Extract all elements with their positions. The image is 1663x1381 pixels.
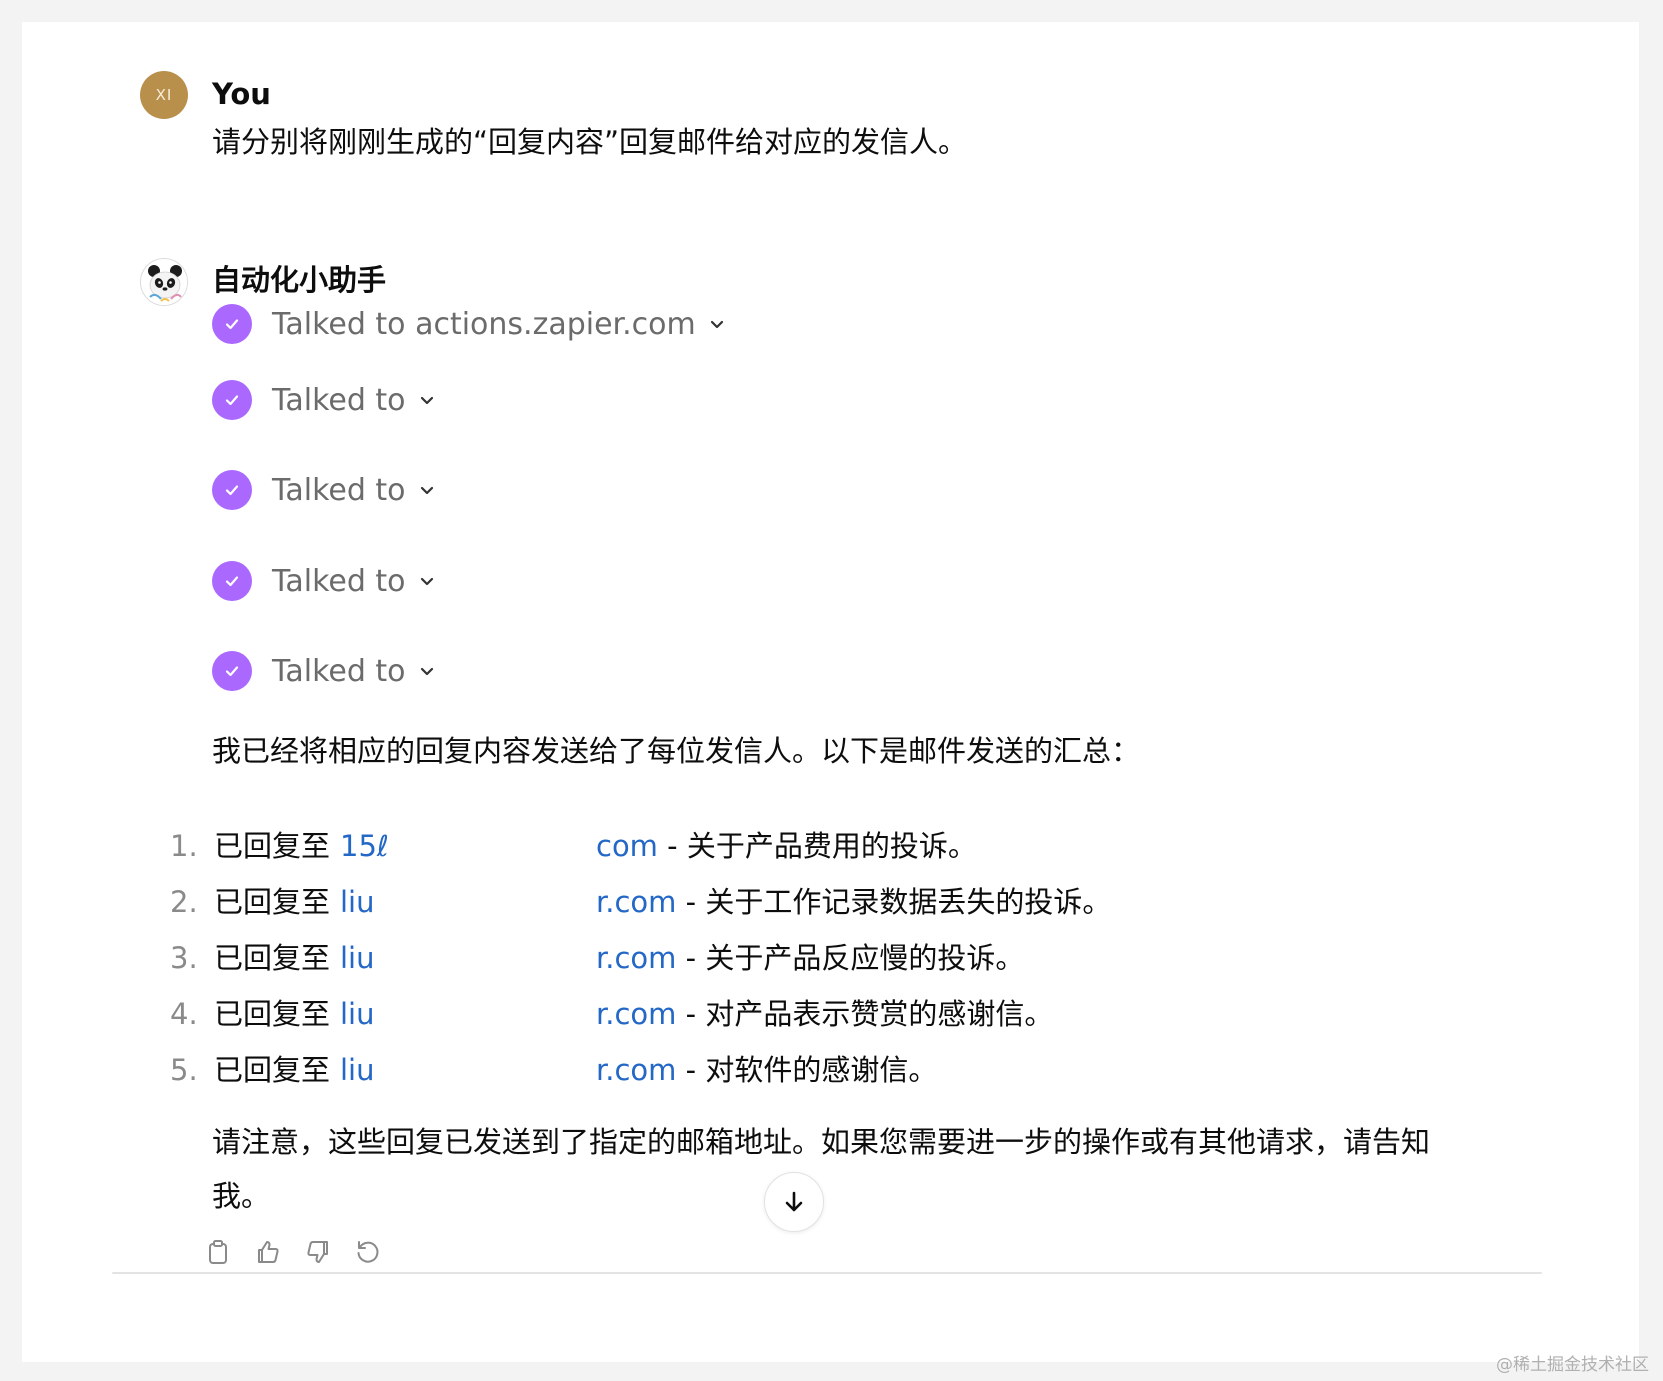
chevron-down-icon bbox=[708, 315, 726, 333]
check-circle-icon bbox=[212, 304, 252, 344]
list-prefix: 已回复至 bbox=[214, 885, 331, 919]
action-talked-to-3[interactable]: Talked to bbox=[212, 468, 436, 512]
email-link-start[interactable]: 15ℓ bbox=[340, 818, 389, 874]
thumbs-down-icon bbox=[307, 1241, 328, 1263]
email-link-start[interactable]: liu bbox=[340, 1042, 375, 1098]
list-number: 4. bbox=[170, 997, 198, 1031]
list-number: 2. bbox=[170, 885, 198, 919]
user-message: 请分别将刚刚生成的“回复内容”回复邮件给对应的发信人。 bbox=[212, 125, 968, 159]
email-link-end[interactable]: r.com - 对产品表示赞赏的感谢信。 bbox=[596, 986, 1053, 1042]
list-prefix: 已回复至 bbox=[214, 829, 331, 863]
action-talked-to-1[interactable]: Talked to actions.zapier.com bbox=[212, 302, 726, 346]
action-label: Talked to bbox=[272, 563, 406, 599]
email-link-start[interactable]: liu bbox=[340, 874, 375, 930]
assistant-closing-line1: 请注意，这些回复已发送到了指定的邮箱地址。如果您需要进一步的操作或有其他请求，请… bbox=[212, 1125, 1431, 1159]
email-link-end[interactable]: com - 关于产品费用的投诉。 bbox=[596, 818, 977, 874]
thumbs-up-button[interactable] bbox=[252, 1236, 284, 1268]
action-talked-to-2[interactable]: Talked to bbox=[212, 378, 436, 422]
email-link-end[interactable]: r.com - 关于工作记录数据丢失的投诉。 bbox=[596, 874, 1111, 930]
email-domain[interactable]: com bbox=[596, 829, 658, 863]
email-link-start[interactable]: liu bbox=[340, 986, 375, 1042]
chevron-down-icon bbox=[418, 572, 436, 590]
chevron-down-icon bbox=[418, 662, 436, 680]
list-number: 3. bbox=[170, 941, 198, 975]
email-domain[interactable]: r.com bbox=[596, 1053, 676, 1087]
email-link-start[interactable]: liu bbox=[340, 930, 375, 986]
email-domain[interactable]: r.com bbox=[596, 997, 676, 1031]
user-name: You bbox=[212, 77, 271, 111]
list-description: - 对产品表示赞赏的感谢信。 bbox=[676, 997, 1054, 1031]
clipboard-icon bbox=[209, 1240, 227, 1264]
list-description: - 关于产品费用的投诉。 bbox=[657, 829, 977, 863]
action-label: Talked to actions.zapier.com bbox=[272, 306, 696, 342]
list-description: - 关于产品反应慢的投诉。 bbox=[676, 941, 1025, 975]
copy-button[interactable] bbox=[202, 1236, 234, 1268]
user-avatar: XI bbox=[140, 71, 188, 119]
assistant-intro: 我已经将相应的回复内容发送给了每位发信人。以下是邮件发送的汇总： bbox=[212, 734, 1141, 768]
thumbs-down-button[interactable] bbox=[302, 1236, 334, 1268]
assistant-closing-line2: 我。 bbox=[212, 1179, 271, 1213]
list-description: - 对软件的感谢信。 bbox=[676, 1053, 938, 1087]
user-initials: XI bbox=[155, 86, 173, 104]
email-domain[interactable]: r.com bbox=[596, 885, 676, 919]
action-label: Talked to bbox=[272, 653, 406, 689]
action-talked-to-5[interactable]: Talked to bbox=[212, 649, 436, 693]
assistant-name: 自动化小助手 bbox=[212, 263, 387, 297]
regenerate-icon bbox=[357, 1241, 379, 1263]
list-prefix: 已回复至 bbox=[214, 997, 331, 1031]
list-description: - 关于工作记录数据丢失的投诉。 bbox=[676, 885, 1112, 919]
message-toolbar bbox=[202, 1236, 384, 1268]
scroll-to-bottom-button[interactable] bbox=[764, 1172, 824, 1232]
chevron-down-icon bbox=[418, 391, 436, 409]
email-link-end[interactable]: r.com - 对软件的感谢信。 bbox=[596, 1042, 937, 1098]
check-circle-icon bbox=[212, 561, 252, 601]
panda-icon bbox=[142, 260, 187, 305]
action-talked-to-4[interactable]: Talked to bbox=[212, 559, 436, 603]
email-link-end[interactable]: r.com - 关于产品反应慢的投诉。 bbox=[596, 930, 1024, 986]
check-circle-icon bbox=[212, 651, 252, 691]
assistant-avatar bbox=[140, 258, 188, 306]
action-label: Talked to bbox=[272, 472, 406, 508]
regenerate-button[interactable] bbox=[352, 1236, 384, 1268]
divider bbox=[112, 1272, 1542, 1274]
check-circle-icon bbox=[212, 380, 252, 420]
chevron-down-icon bbox=[418, 481, 436, 499]
check-circle-icon bbox=[212, 470, 252, 510]
arrow-down-icon bbox=[785, 1191, 803, 1212]
list-prefix: 已回复至 bbox=[214, 1053, 331, 1087]
email-domain[interactable]: r.com bbox=[596, 941, 676, 975]
thumbs-up-icon bbox=[258, 1241, 279, 1263]
list-number: 5. bbox=[170, 1053, 198, 1087]
chat-card: XI You 请分别将刚刚生成的“回复内容”回复邮件给对应的发信人。 自动化小助… bbox=[22, 22, 1639, 1362]
action-label: Talked to bbox=[272, 382, 406, 418]
watermark: @稀土掘金技术社区 bbox=[1496, 1355, 1649, 1375]
list-number: 1. bbox=[170, 829, 198, 863]
list-prefix: 已回复至 bbox=[214, 941, 331, 975]
